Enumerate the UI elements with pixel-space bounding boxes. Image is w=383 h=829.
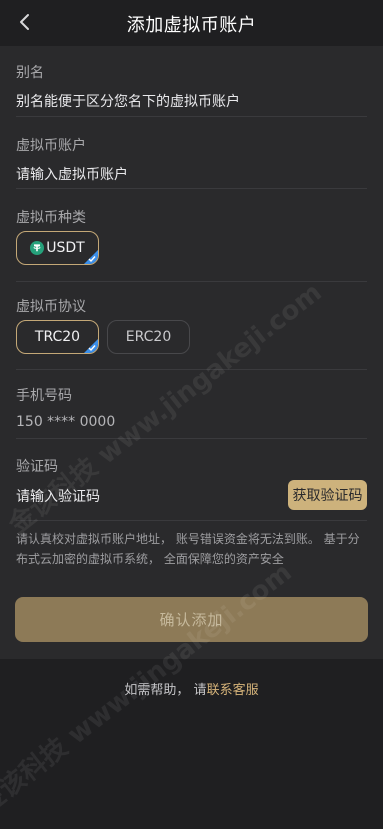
divider [16,520,367,521]
verification-label: 验证码 [16,459,58,475]
account-input[interactable]: 请输入虚拟币账户 [16,164,367,184]
confirm-add-button[interactable]: 确认添加 [15,597,368,642]
phone-number: 150 **** 0000 [16,414,116,430]
account-section: 虚拟币账户 请输入虚拟币账户 [16,135,367,184]
check-icon [88,345,96,352]
protocol-option-label: TRC20 [34,329,81,345]
protocol-option-trc20[interactable]: TRC20 [16,320,99,354]
divider [16,116,367,117]
help-prefix: 如需帮助， 请 [124,683,207,698]
protocol-label: 虚拟币协议 [16,299,86,315]
divider [16,281,367,282]
coin-type-label: 虚拟币种类 [16,210,86,226]
verification-code-input[interactable]: 请输入验证码 [16,486,100,506]
header: 添加虚拟币账户 [0,0,383,46]
phone-label: 手机号码 [16,388,72,404]
alias-field[interactable]: 别名能便于区分您名下的虚拟币账户 [16,91,367,111]
divider [16,188,367,189]
protocol-option-erc20[interactable]: ERC20 [107,320,190,354]
help-row: 如需帮助， 请联系客服 [0,679,383,698]
divider [16,438,367,439]
get-code-button[interactable]: 获取验证码 [288,480,367,510]
protocol-option-label: ERC20 [125,329,172,345]
protocol-section: 虚拟币协议 [16,296,367,316]
contact-support-link[interactable]: 联系客服 [207,683,259,698]
tether-icon [30,241,45,255]
form-panel: 别名 别名能便于区分您名下的虚拟币账户 虚拟币账户 请输入虚拟币账户 虚拟币种类… [0,46,383,659]
page: 添加虚拟币账户 别名 别名能便于区分您名下的虚拟币账户 虚拟币账户 请输入虚拟币… [0,0,383,829]
account-label: 虚拟币账户 [16,138,86,154]
check-icon [88,256,96,263]
verification-section: 验证码 [16,456,367,476]
coin-type-section: 虚拟币种类 [16,207,367,227]
phone-section: 手机号码 150 **** 0000 [16,385,367,430]
coin-option-usdt[interactable]: USDT [16,231,99,265]
alias-section: 别名 别名能便于区分您名下的虚拟币账户 [16,62,367,111]
page-title: 添加虚拟币账户 [126,15,257,36]
notice-text: 请认真校对虚拟币账户地址， 账号错误资金将无法到账。 基于分布式云加密的虚拟币系… [16,532,360,566]
alias-label: 别名 [16,65,44,81]
divider [16,369,367,370]
coin-option-label: USDT [46,240,85,256]
